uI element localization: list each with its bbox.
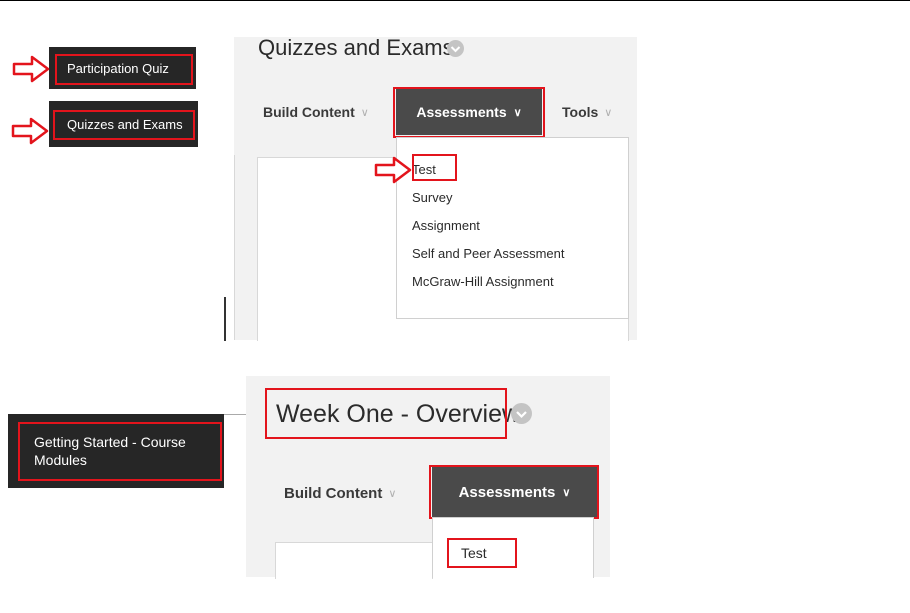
nav-item-getting-started[interactable]: Getting Started - Course Modules	[8, 414, 224, 488]
chevron-down-icon: ∨	[513, 106, 522, 119]
chevron-down-icon: ∨	[388, 488, 397, 500]
build-content-label: Build Content	[263, 104, 355, 120]
arrow-right-icon	[12, 55, 50, 83]
arrow-right-icon	[11, 117, 49, 145]
nav-item-participation-quiz[interactable]: Participation Quiz	[49, 47, 196, 89]
page-title: Quizzes and Exams	[258, 35, 454, 60]
build-content-menu[interactable]: Build Content ∨	[263, 104, 369, 120]
menu-item-survey[interactable]: Survey	[412, 190, 452, 205]
assessments-label: Assessments	[416, 104, 507, 120]
tools-label: Tools	[562, 104, 599, 120]
tools-menu[interactable]: Tools ∨	[562, 104, 612, 120]
arrow-right-icon	[374, 156, 412, 184]
assessments-menu-button[interactable]: Assessments ∨	[396, 89, 542, 135]
chevron-down-icon[interactable]	[447, 40, 464, 57]
chevron-down-icon: ∨	[604, 106, 613, 119]
menu-item-mcgraw-hill-assignment[interactable]: McGraw-Hill Assignment	[412, 274, 554, 289]
top-divider	[0, 0, 910, 1]
assessments-dropdown: Test	[432, 517, 594, 578]
nav-item-label: Quizzes and Exams	[67, 116, 183, 132]
menu-item-assignment[interactable]: Assignment	[412, 218, 480, 233]
content-area	[275, 542, 433, 579]
page-title: Week One - Overview	[276, 400, 521, 428]
nav-item-quizzes-and-exams[interactable]: Quizzes and Exams	[49, 101, 198, 147]
menu-item-self-and-peer-assessment[interactable]: Self and Peer Assessment	[412, 246, 564, 261]
menu-item-test[interactable]: Test	[461, 545, 487, 561]
chevron-down-icon: ∨	[562, 486, 571, 499]
assessments-menu-button[interactable]: Assessments ∨	[432, 467, 597, 517]
build-content-menu[interactable]: Build Content ∨	[284, 485, 396, 502]
menu-item-test[interactable]: Test	[412, 162, 436, 177]
assessments-label: Assessments	[458, 483, 556, 501]
nav-item-label: Participation Quiz	[67, 60, 169, 76]
vertical-divider	[234, 155, 235, 340]
vertical-divider	[224, 297, 226, 341]
build-content-label: Build Content	[284, 485, 383, 502]
nav-item-label-line1: Getting Started - Course	[34, 434, 186, 450]
assessments-dropdown: Test Survey Assignment Self and Peer Ass…	[396, 137, 629, 319]
chevron-down-icon[interactable]	[511, 403, 532, 424]
nav-item-label-line2: Modules	[34, 452, 87, 468]
chevron-down-icon: ∨	[360, 106, 369, 119]
nav-separator	[224, 414, 246, 415]
